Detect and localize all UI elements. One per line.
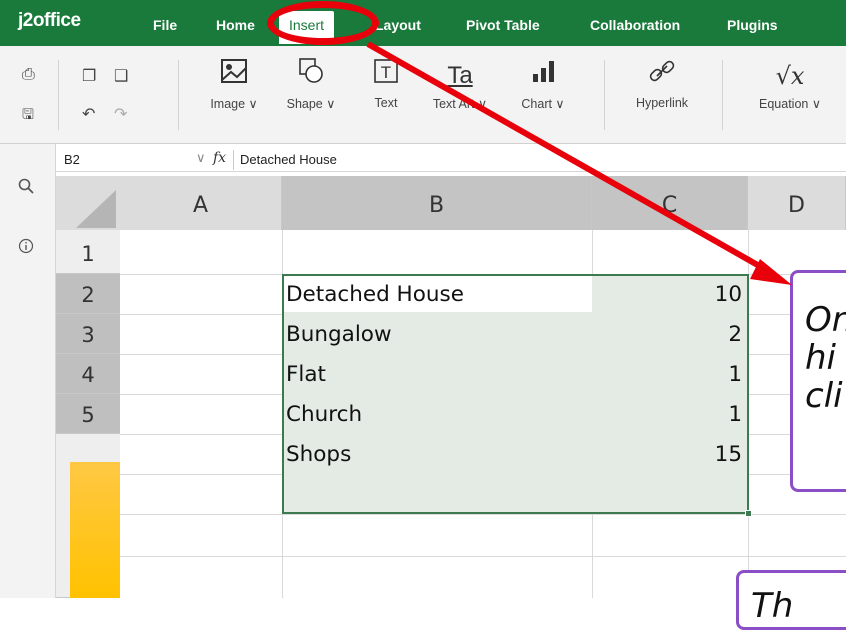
insert-highlight-circle [267,1,379,45]
pointer-arrow [366,41,792,285]
arrow-line [366,41,772,275]
